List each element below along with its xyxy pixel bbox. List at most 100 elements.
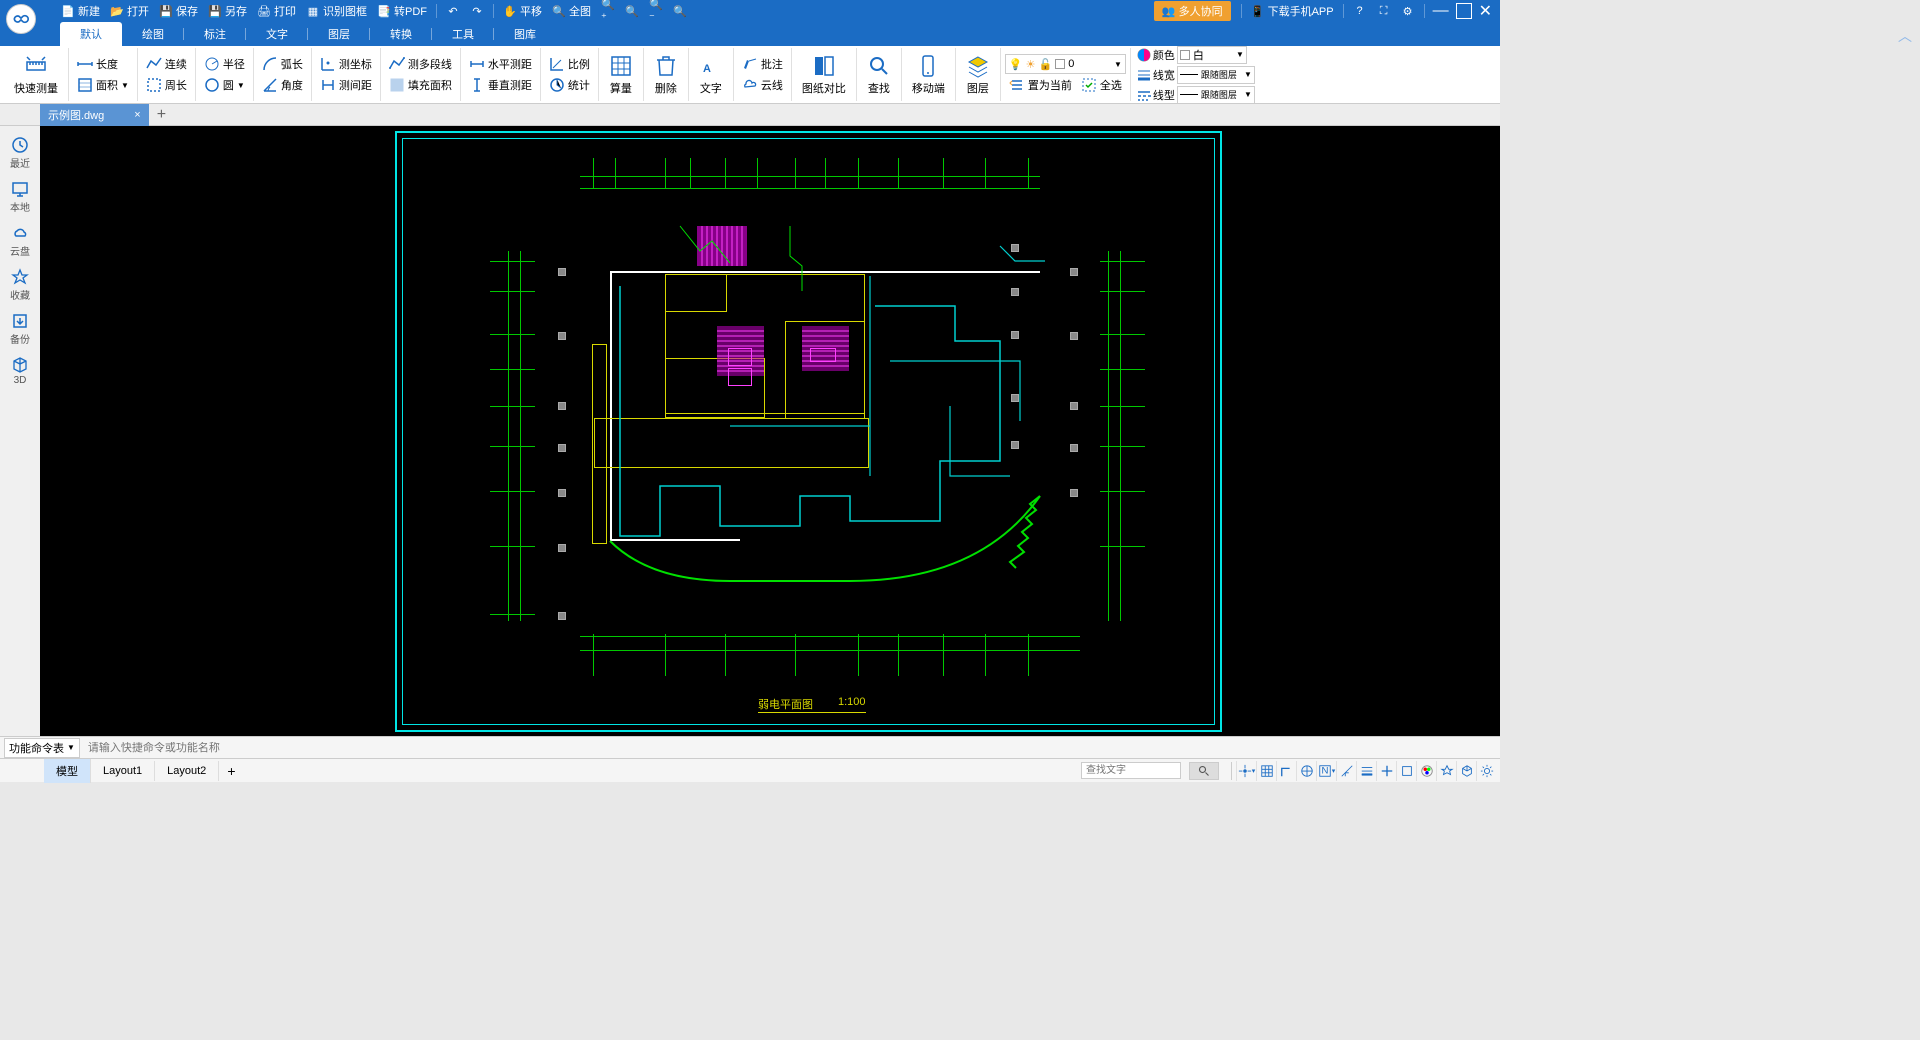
command-table-button[interactable]: 功能命令表▼	[4, 738, 80, 758]
linetype-selector[interactable]: 跟随图层▼	[1177, 86, 1255, 104]
recent-button[interactable]: 最近	[2, 132, 38, 174]
fill-area-button[interactable]: 填充面积	[385, 75, 456, 95]
layout-tab-1[interactable]: Layout1	[91, 761, 155, 781]
search-text-input[interactable]	[1081, 762, 1181, 779]
find-button[interactable]: 查找	[861, 52, 897, 98]
add-layout-button[interactable]: +	[219, 761, 243, 781]
fullscreen-button[interactable]: ⛶	[1372, 0, 1396, 22]
settings-toggle[interactable]	[1476, 761, 1496, 781]
osnap-toggle[interactable]: N▾	[1316, 761, 1336, 781]
set-current-button[interactable]: 置为当前	[1005, 75, 1076, 95]
tab-layers[interactable]: 图层	[308, 22, 370, 46]
zoom-out-button[interactable]: 🔍⁻	[644, 0, 668, 22]
scale-button[interactable]: 比例	[545, 54, 594, 74]
radius-button[interactable]: 半径	[200, 54, 249, 74]
tab-tools[interactable]: 工具	[432, 22, 494, 46]
redo-button[interactable]: ↷	[465, 0, 489, 22]
annotate-button[interactable]: 批注	[738, 54, 787, 74]
add-document-tab-button[interactable]: +	[149, 106, 174, 124]
polar-toggle[interactable]	[1296, 761, 1316, 781]
text-button[interactable]: A文字	[693, 52, 729, 98]
zoom-extents-button[interactable]: 🔍全图	[547, 0, 596, 22]
length-button[interactable]: 长度	[73, 54, 122, 74]
pan-button[interactable]: ✋平移	[498, 0, 547, 22]
print-button[interactable]: 🖨打印	[252, 0, 301, 22]
measure-interval-button[interactable]: 测间距	[316, 75, 376, 95]
angle-button[interactable]: 角度	[258, 75, 307, 95]
calc-quantity-button[interactable]: 算量	[603, 52, 639, 98]
snap-toggle[interactable]: ▾	[1236, 761, 1256, 781]
tab-default[interactable]: 默认	[60, 22, 122, 46]
tab-annotate[interactable]: 标注	[184, 22, 246, 46]
cycle-toggle[interactable]	[1396, 761, 1416, 781]
favorite-toggle[interactable]	[1436, 761, 1456, 781]
compare-drawings-button[interactable]: 图纸对比	[796, 52, 852, 98]
mobile-button[interactable]: 移动端	[906, 52, 951, 98]
maximize-button[interactable]	[1456, 3, 1472, 19]
zoom-reset-button[interactable]: 🔍	[668, 0, 692, 22]
tab-convert[interactable]: 转换	[370, 22, 432, 46]
hdist-button[interactable]: 水平测距	[465, 54, 536, 74]
lineweight-selector[interactable]: 跟随图层▼	[1177, 66, 1255, 84]
arc-button[interactable]: 弧长	[258, 54, 307, 74]
tab-draw[interactable]: 绘图	[122, 22, 184, 46]
circle-button[interactable]: 圆▼	[200, 75, 249, 95]
cloud-disk-button[interactable]: 云盘	[2, 220, 38, 262]
drawing-canvas[interactable]: 弱电平面图1:100	[40, 126, 1500, 736]
perimeter-button[interactable]: 周长	[142, 75, 191, 95]
layout-tab-2[interactable]: Layout2	[155, 761, 219, 781]
continuous-button[interactable]: 连续	[142, 54, 191, 74]
measure-coord-button[interactable]: 测坐标	[316, 54, 376, 74]
dyn-input-toggle[interactable]	[1376, 761, 1396, 781]
save-button[interactable]: 💾保存	[154, 0, 203, 22]
zoom-in-button[interactable]: 🔍	[620, 0, 644, 22]
undo-button[interactable]: ↶	[441, 0, 465, 22]
redo-icon: ↷	[470, 4, 484, 18]
measure-polyline-button[interactable]: 测多段线	[385, 54, 456, 74]
cloud-line-button[interactable]: 云线	[738, 75, 787, 95]
ortho-toggle[interactable]	[1276, 761, 1296, 781]
recognize-frame-button[interactable]: ▦识别图框	[301, 0, 372, 22]
backup-button[interactable]: 备份	[2, 308, 38, 350]
tab-library[interactable]: 图库	[494, 22, 556, 46]
collaboration-button[interactable]: 👥多人协同	[1154, 1, 1231, 21]
minimize-button[interactable]: —	[1433, 2, 1449, 20]
command-input[interactable]	[84, 742, 1496, 754]
vdist-button[interactable]: 垂直测距	[465, 75, 536, 95]
favorites-button[interactable]: 收藏	[2, 264, 38, 306]
isometric-toggle[interactable]	[1456, 761, 1476, 781]
new-file-button[interactable]: 📄新建	[56, 0, 105, 22]
tab-text[interactable]: 文字	[246, 22, 308, 46]
layer-selector[interactable]: 💡 ☀ 🔓 0 ▼	[1005, 54, 1126, 74]
app-logo[interactable]	[6, 4, 36, 34]
grid-toggle[interactable]	[1256, 761, 1276, 781]
to-pdf-button[interactable]: 📑转PDF	[372, 0, 432, 22]
ribbon-collapse-button[interactable]: ︿	[1898, 26, 1912, 46]
layer-manager-button[interactable]: 图层	[960, 52, 996, 98]
settings-button[interactable]: ⚙	[1396, 0, 1420, 22]
layout-tab-model[interactable]: 模型	[44, 759, 91, 783]
help-button[interactable]: ?	[1348, 0, 1372, 22]
vdist-icon	[469, 77, 485, 93]
quick-measure-button[interactable]: 快速测量	[8, 52, 64, 98]
lightbulb-icon: 💡	[1009, 58, 1023, 71]
color-toggle[interactable]	[1416, 761, 1436, 781]
saveas-button[interactable]: 💾另存	[203, 0, 252, 22]
area-button[interactable]: 面积▼	[73, 75, 133, 95]
3d-button[interactable]: 3D	[2, 352, 38, 390]
document-tab[interactable]: 示例图.dwg ×	[40, 104, 149, 126]
color-selector[interactable]: 白▼	[1177, 46, 1247, 64]
download-app-button[interactable]: 📱下载手机APP	[1246, 0, 1339, 22]
zoom-window-button[interactable]: 🔍⁺	[596, 0, 620, 22]
otrack-toggle[interactable]	[1336, 761, 1356, 781]
delete-button[interactable]: 删除	[648, 52, 684, 98]
search-button[interactable]	[1189, 762, 1219, 780]
close-button[interactable]: ✕	[1479, 1, 1492, 21]
open-file-button[interactable]: 📂打开	[105, 0, 154, 22]
undo-icon: ↶	[446, 4, 460, 18]
stats-button[interactable]: 统计	[545, 75, 594, 95]
lineweight-toggle[interactable]	[1356, 761, 1376, 781]
select-all-button[interactable]: 全选	[1077, 75, 1126, 95]
close-tab-button[interactable]: ×	[134, 109, 140, 121]
local-button[interactable]: 本地	[2, 176, 38, 218]
